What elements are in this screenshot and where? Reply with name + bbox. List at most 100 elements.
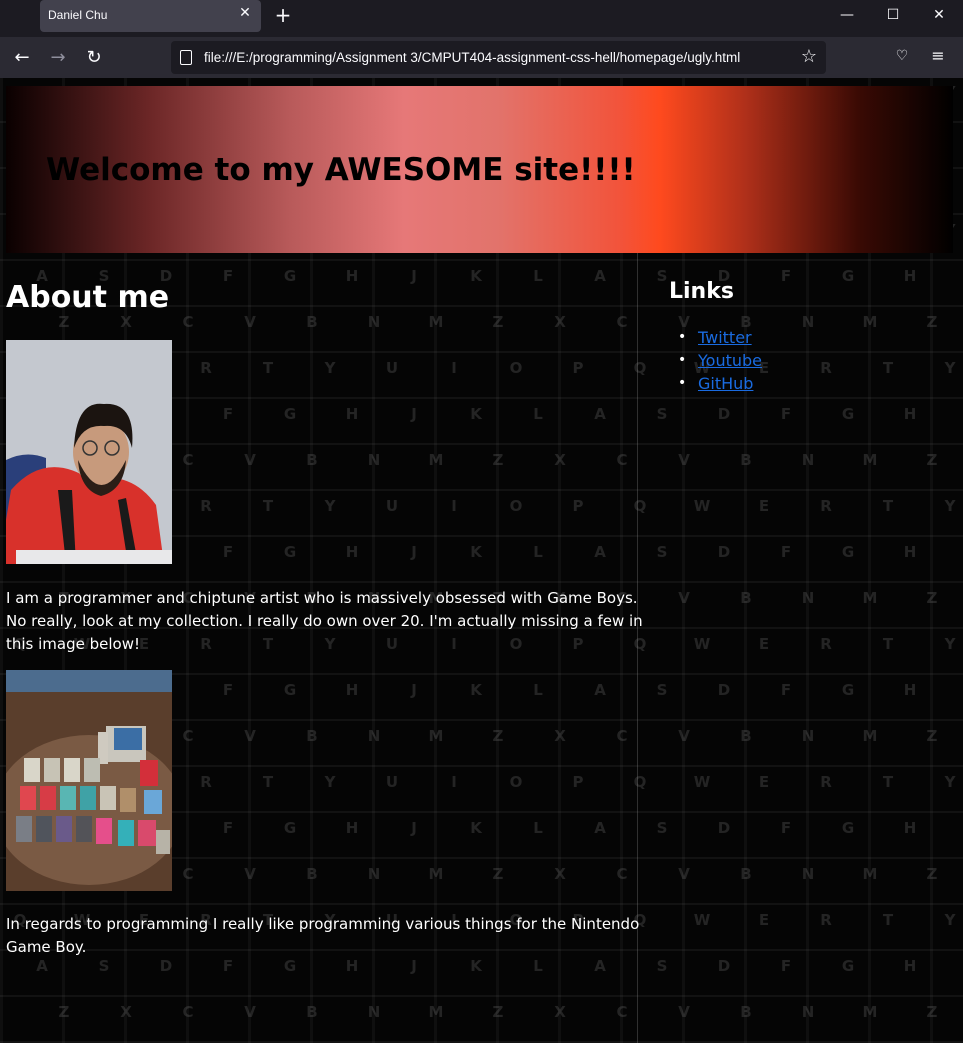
- link-item-github: GitHub: [678, 372, 762, 395]
- pocket-icon[interactable]: ♡: [891, 45, 913, 67]
- keyboard-key-decoration: Q: [633, 773, 647, 791]
- keyboard-key-decoration: M: [862, 313, 878, 331]
- keyboard-key-decoration: G: [841, 957, 855, 975]
- page-viewport: Q W E R T Y U I O P Q W E R T Y A S D F G H J K L A S D F G H J Z X C V B N M Z…: [0, 78, 963, 1043]
- keyboard-key-decoration: H: [345, 681, 359, 699]
- keyboard-key-decoration: B: [306, 865, 318, 883]
- keyboard-key-decoration: V: [678, 589, 690, 607]
- keyboard-key-decoration: B: [740, 451, 752, 469]
- keyboard-key-decoration: C: [616, 1003, 628, 1021]
- keyboard-key-decoration: M: [428, 727, 444, 745]
- keyboard-key-decoration: R: [200, 773, 212, 791]
- tab-active[interactable]: Daniel Chu ✕: [40, 0, 261, 32]
- keyboard-key-decoration: G: [841, 267, 855, 285]
- header-banner: Welcome to my AWESOME site!!!!: [6, 86, 953, 253]
- keyboard-key-decoration: H: [903, 957, 917, 975]
- youtube-link[interactable]: Youtube: [690, 351, 762, 370]
- keyboard-key-decoration: Q: [633, 497, 647, 515]
- keyboard-key-decoration: J: [952, 126, 963, 150]
- keyboard-key-decoration: T: [882, 773, 894, 791]
- keyboard-key-decoration: Z: [926, 313, 938, 331]
- keyboard-key-decoration: N: [801, 865, 815, 883]
- github-link[interactable]: GitHub: [690, 374, 753, 393]
- keyboard-key-decoration: G: [283, 543, 297, 561]
- url-text[interactable]: file:///E:/programming/Assignment 3/CMPU…: [204, 50, 740, 65]
- new-tab-icon[interactable]: +: [272, 4, 294, 26]
- keyboard-key-decoration: N: [801, 727, 815, 745]
- tab-close-icon[interactable]: ✕: [237, 5, 253, 21]
- keyboard-key-decoration: D: [717, 405, 731, 423]
- keyboard-key-decoration: C: [182, 865, 194, 883]
- keyboard-key-decoration: J: [952, 540, 963, 564]
- keyboard-key-decoration: E: [758, 497, 770, 515]
- twitter-link[interactable]: Twitter: [690, 328, 752, 347]
- keyboard-key-decoration: C: [182, 313, 194, 331]
- forward-arrow-icon[interactable]: →: [45, 45, 71, 71]
- keyboard-key-decoration: A: [594, 681, 606, 699]
- keyboard-key-decoration: M: [428, 313, 444, 331]
- keyboard-key-decoration: Z: [926, 865, 938, 883]
- banner-title: Welcome to my AWESOME site!!!!: [46, 152, 636, 188]
- window-close-icon[interactable]: ✕: [916, 0, 962, 32]
- keyboard-key-decoration: R: [820, 359, 832, 377]
- keyboard-key-decoration: F: [222, 405, 234, 423]
- hamburger-menu-icon[interactable]: ≡: [927, 45, 949, 67]
- keyboard-key-decoration: K: [470, 543, 482, 561]
- keyboard-key-decoration: S: [656, 405, 668, 423]
- keyboard-key-decoration: P: [572, 359, 584, 377]
- keyboard-key-decoration: N: [801, 589, 815, 607]
- keyboard-key-decoration: A: [594, 267, 606, 285]
- keyboard-key-decoration: Z: [926, 451, 938, 469]
- keyboard-key-decoration: J: [411, 681, 417, 699]
- keyboard-key-decoration: H: [903, 819, 917, 837]
- keyboard-key-decoration: H: [903, 267, 917, 285]
- keyboard-key-decoration: G: [283, 405, 297, 423]
- keyboard-key-decoration: Z: [492, 313, 504, 331]
- keyboard-key-decoration: K: [470, 819, 482, 837]
- keyboard-key-decoration: M: [862, 865, 878, 883]
- keyboard-key-decoration: X: [120, 1003, 132, 1021]
- reload-icon[interactable]: ↻: [81, 45, 107, 71]
- keyboard-key-decoration: B: [306, 727, 318, 745]
- keyboard-key-decoration: L: [533, 543, 543, 561]
- keyboard-key-decoration: T: [262, 359, 274, 377]
- keyboard-key-decoration: R: [200, 359, 212, 377]
- keyboard-key-decoration: A: [594, 819, 606, 837]
- keyboard-key-decoration: W: [693, 773, 711, 791]
- keyboard-key-decoration: N: [367, 727, 381, 745]
- keyboard-key-decoration: B: [306, 313, 318, 331]
- links-heading: Links: [669, 279, 734, 304]
- keyboard-key-decoration: D: [717, 819, 731, 837]
- keyboard-key-decoration: Y: [324, 359, 336, 377]
- keyboard-key-decoration: T: [882, 635, 894, 653]
- keyboard-key-decoration: X: [554, 865, 566, 883]
- keyboard-key-decoration: J: [952, 402, 963, 426]
- address-bar[interactable]: file:///E:/programming/Assignment 3/CMPU…: [171, 41, 826, 74]
- keyboard-key-decoration: G: [841, 681, 855, 699]
- keyboard-key-decoration: Y: [944, 359, 956, 377]
- keyboard-key-decoration: V: [244, 1003, 256, 1021]
- keyboard-key-decoration: Z: [492, 451, 504, 469]
- keyboard-key-decoration: R: [820, 911, 832, 929]
- keyboard-key-decoration: H: [903, 405, 917, 423]
- keyboard-key-decoration: N: [367, 451, 381, 469]
- keyboard-key-decoration: E: [758, 773, 770, 791]
- keyboard-key-decoration: A: [594, 405, 606, 423]
- keyboard-key-decoration: V: [244, 865, 256, 883]
- keyboard-key-decoration: N: [367, 1003, 381, 1021]
- window-minimize-icon[interactable]: —: [824, 0, 870, 32]
- keyboard-key-decoration: D: [717, 957, 731, 975]
- keyboard-key-decoration: F: [222, 543, 234, 561]
- links-list: Twitter Youtube GitHub: [678, 326, 762, 395]
- keyboard-key-decoration: U: [385, 773, 399, 791]
- keyboard-key-decoration: Y: [944, 497, 956, 515]
- bookmark-star-icon[interactable]: ☆: [798, 46, 820, 68]
- link-item-twitter: Twitter: [678, 326, 762, 349]
- keyboard-key-decoration: F: [222, 681, 234, 699]
- keyboard-key-decoration: Z: [926, 1003, 938, 1021]
- keyboard-key-decoration: J: [952, 954, 963, 978]
- keyboard-key-decoration: S: [656, 681, 668, 699]
- window-maximize-icon[interactable]: ☐: [870, 0, 916, 32]
- back-arrow-icon[interactable]: ←: [9, 45, 35, 71]
- keyboard-key-decoration: X: [554, 1003, 566, 1021]
